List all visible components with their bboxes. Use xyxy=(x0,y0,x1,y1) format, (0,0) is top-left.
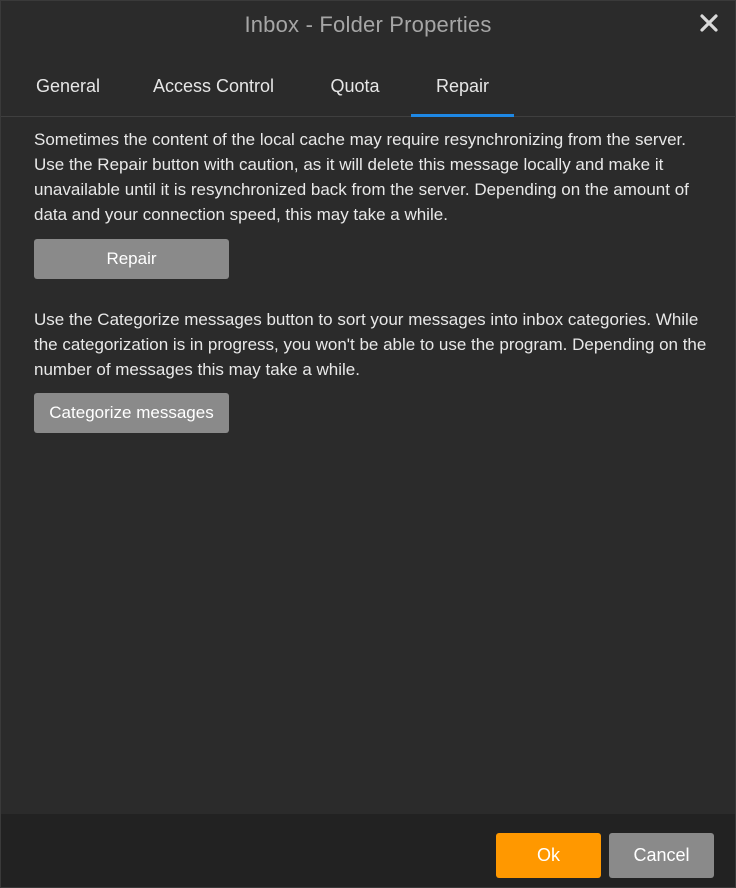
tab-bar: General Access Control Quota Repair xyxy=(1,57,735,117)
repair-tab-content: Sometimes the content of the local cache… xyxy=(34,127,714,433)
title-bar: Inbox - Folder Properties xyxy=(1,1,735,53)
cancel-button[interactable]: Cancel xyxy=(609,833,714,878)
dialog-title: Inbox - Folder Properties xyxy=(244,12,492,37)
close-button[interactable] xyxy=(697,11,721,35)
repair-button[interactable]: Repair xyxy=(34,239,229,279)
ok-button[interactable]: Ok xyxy=(496,833,601,878)
close-icon xyxy=(700,14,718,32)
dialog-footer: Ok Cancel xyxy=(1,814,735,887)
repair-description: Sometimes the content of the local cache… xyxy=(34,130,689,224)
tab-general[interactable]: General xyxy=(27,57,109,116)
categorize-description: Use the Categorize messages button to so… xyxy=(34,310,707,379)
tab-quota[interactable]: Quota xyxy=(319,57,391,116)
tab-access-control[interactable]: Access Control xyxy=(145,57,282,116)
folder-properties-dialog: Inbox - Folder Properties General Access… xyxy=(0,0,736,888)
tab-repair[interactable]: Repair xyxy=(411,57,514,117)
categorize-messages-button[interactable]: Categorize messages xyxy=(34,393,229,433)
